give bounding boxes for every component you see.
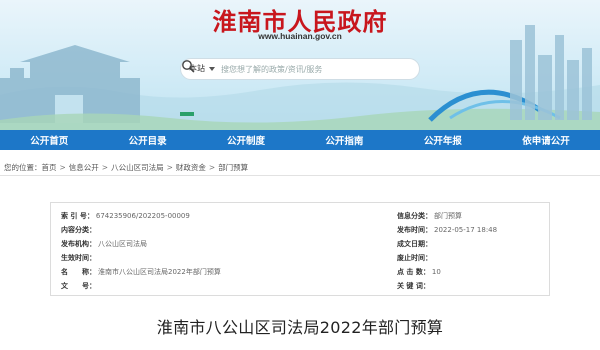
- breadcrumb-prefix: 您的位置：: [4, 163, 42, 172]
- main-nav: 公开首页 公开目录 公开制度 公开指南 公开年报 依申请公开: [0, 130, 600, 150]
- info-row-name: 名 称： 淮南市八公山区司法局2022年部门预算: [61, 267, 221, 277]
- breadcrumb-separator: >: [166, 163, 173, 172]
- info-row-publish-time: 发布时间： 2022-05-17 18:48: [397, 225, 497, 235]
- info-row-info-category: 信息分类： 部门预算: [397, 211, 462, 221]
- info-label: 关 键 词：: [397, 282, 430, 290]
- article-title: 淮南市八公山区司法局2022年部门预算: [156, 318, 444, 337]
- info-row-expiry-date: 废止时间：: [397, 253, 434, 263]
- breadcrumb-info-public[interactable]: 信息公开: [69, 163, 99, 172]
- info-label: 文 号：: [61, 282, 96, 290]
- info-value: 部门预算: [434, 212, 462, 220]
- info-label: 信息分类：: [397, 212, 432, 220]
- info-row-written-date: 成文日期：: [397, 239, 434, 249]
- info-label: 名 称：: [61, 268, 96, 276]
- nav-item-public-guide[interactable]: 公开指南: [325, 133, 363, 147]
- search-icon[interactable]: [181, 59, 195, 73]
- document-info-table: 索 引 号： 674235906/202205-00009 内容分类： 发布机构：…: [50, 202, 550, 296]
- info-value: 八公山区司法局: [98, 240, 147, 248]
- nav-item-public-catalog[interactable]: 公开目录: [129, 133, 167, 147]
- breadcrumb: 您的位置：首页 > 信息公开 > 八公山区司法局 > 财政资金 > 部门预算: [4, 162, 248, 173]
- info-row-keywords: 关 键 词：: [397, 281, 432, 291]
- info-label: 内容分类：: [61, 226, 96, 234]
- breadcrumb-finance[interactable]: 财政资金: [176, 163, 206, 172]
- nav-item-public-home[interactable]: 公开首页: [30, 133, 68, 147]
- breadcrumb-separator: >: [101, 163, 109, 172]
- header-banner: 淮南市人民政府 www.huainan.gov.cn 本站: [0, 0, 600, 130]
- info-row-content-category: 内容分类：: [61, 225, 98, 235]
- info-value: 2022-05-17 18:48: [434, 226, 498, 234]
- nav-item-public-system[interactable]: 公开制度: [227, 133, 265, 147]
- info-value: 10: [431, 268, 441, 276]
- search-box: 本站: [180, 58, 420, 80]
- breadcrumb-bureau[interactable]: 八公山区司法局: [111, 163, 164, 172]
- nav-item-public-annual-report[interactable]: 公开年报: [424, 133, 462, 147]
- site-url: www.huainan.gov.cn: [258, 31, 342, 41]
- info-row-effective-date: 生效时间：: [61, 253, 98, 263]
- info-label: 点 击 数：: [397, 268, 430, 276]
- info-value: 674235906/202205-00009: [95, 212, 190, 220]
- breadcrumb-home[interactable]: 首页: [42, 163, 57, 172]
- breadcrumb-separator: >: [59, 163, 66, 172]
- nav-item-apply-disclosure[interactable]: 依申请公开: [522, 133, 570, 147]
- info-label: 发布时间：: [397, 226, 432, 234]
- info-label: 索 引 号：: [61, 212, 94, 220]
- breadcrumb-separator: >: [208, 163, 216, 172]
- info-row-doc-number: 文 号：: [61, 281, 98, 291]
- info-label: 成文日期：: [397, 240, 432, 248]
- divider: [0, 175, 600, 176]
- breadcrumb-dept-budget[interactable]: 部门预算: [218, 163, 248, 172]
- info-label: 发布机构：: [61, 240, 96, 248]
- info-row-click-count: 点 击 数： 10: [397, 267, 441, 277]
- info-label: 废止时间：: [397, 254, 432, 262]
- info-value: 淮南市八公山区司法局2022年部门预算: [98, 268, 221, 276]
- info-row-publisher: 发布机构： 八公山区司法局: [61, 239, 147, 249]
- info-label: 生效时间：: [61, 254, 96, 262]
- info-row-index-no: 索 引 号： 674235906/202205-00009: [61, 211, 190, 221]
- chevron-down-icon: [209, 67, 215, 71]
- search-input[interactable]: [221, 61, 391, 77]
